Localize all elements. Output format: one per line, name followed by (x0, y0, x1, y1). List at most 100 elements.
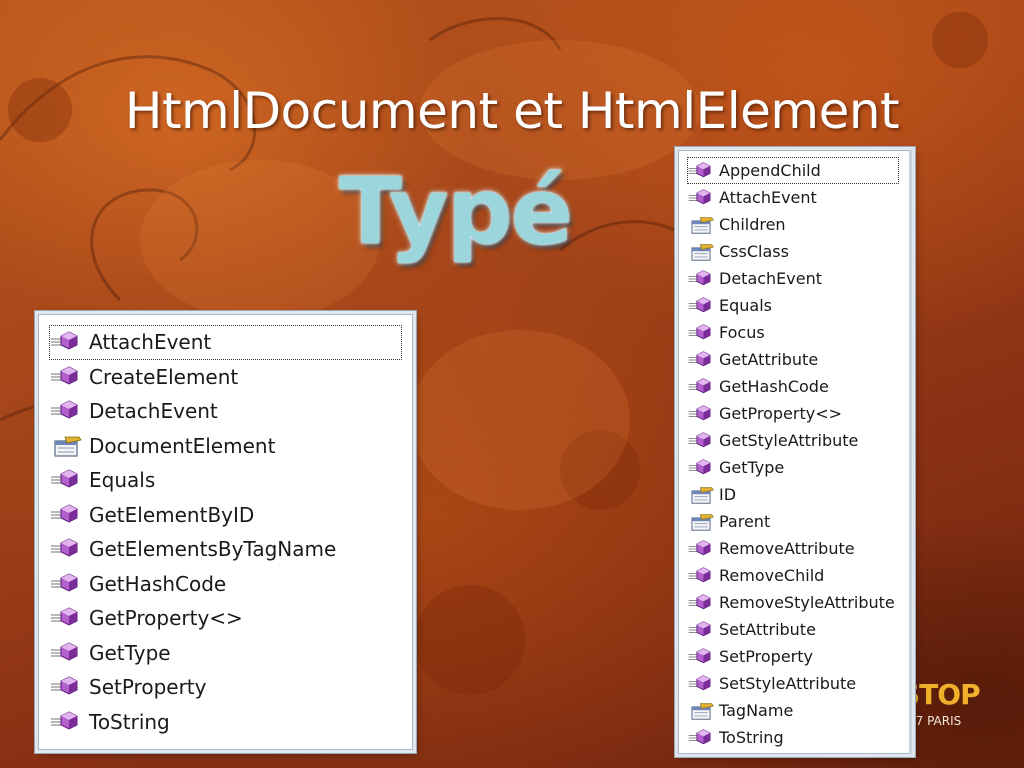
list-item-label: AttachEvent (719, 188, 817, 207)
method-icon (49, 468, 83, 492)
list-item[interactable]: AttachEvent (49, 325, 402, 360)
list-item[interactable]: RemoveAttribute (687, 535, 909, 562)
list-item-label: GetHashCode (89, 571, 227, 596)
brand-logo-subtext: 07 PARIS (908, 714, 962, 728)
property-icon (687, 485, 715, 505)
method-icon (687, 593, 715, 613)
list-item[interactable]: GetElementsByTagName (49, 532, 412, 567)
list-item[interactable]: Equals (49, 463, 412, 498)
list-item[interactable]: DocumentElement (49, 429, 412, 464)
list-item[interactable]: GetElementByID (49, 498, 412, 533)
list-item[interactable]: GetAttribute (687, 346, 909, 373)
list-item[interactable]: RemoveChild (687, 562, 909, 589)
method-icon (687, 377, 715, 397)
list-item-label: ID (719, 485, 737, 504)
list-item-label: Parent (719, 512, 771, 531)
list-item-label: GetType (89, 640, 171, 665)
method-icon (687, 161, 715, 181)
list-item-label: RemoveStyleAttribute (719, 593, 895, 612)
list-item-label: GetProperty<> (89, 606, 243, 631)
method-icon (687, 539, 715, 559)
method-icon (687, 647, 715, 667)
list-item[interactable]: Focus (687, 319, 909, 346)
method-icon (49, 365, 83, 389)
slide-subtitle: Typé (338, 158, 573, 265)
method-icon (687, 431, 715, 451)
list-item[interactable]: ToString (687, 724, 909, 751)
method-icon (49, 606, 83, 630)
method-icon (49, 572, 83, 596)
slide-background: HtmlDocument et HtmlElement Typé STOP 07… (0, 0, 1024, 768)
list-item-label: ToString (89, 709, 170, 734)
method-icon (687, 323, 715, 343)
member-list: AttachEvent CreateElement DetachEvent Docum… (49, 325, 412, 739)
list-item-label: SetAttribute (719, 620, 816, 639)
htmldocument-member-list[interactable]: AttachEvent CreateElement DetachEvent Docum… (38, 314, 413, 750)
method-icon (687, 728, 715, 748)
list-item[interactable]: DetachEvent (49, 394, 412, 429)
list-item-label: GetType (719, 458, 785, 477)
htmlelement-member-list[interactable]: AppendChild AttachEvent Children CssClass De… (678, 150, 912, 754)
method-icon (687, 620, 715, 640)
slide-title: HtmlDocument et HtmlElement (124, 82, 900, 140)
list-item[interactable]: Equals (687, 292, 909, 319)
list-item[interactable]: ID (687, 481, 909, 508)
list-item-label: SetStyleAttribute (719, 674, 857, 693)
method-icon (687, 404, 715, 424)
property-icon (687, 512, 715, 532)
list-item-label: CssClass (719, 242, 789, 261)
list-item[interactable]: GetProperty<> (687, 400, 909, 427)
list-item[interactable]: GetProperty<> (49, 601, 412, 636)
method-icon (687, 269, 715, 289)
list-item[interactable]: AttachEvent (687, 184, 909, 211)
property-icon (687, 242, 715, 262)
list-item-label: GetHashCode (719, 377, 829, 396)
list-item[interactable]: GetStyleAttribute (687, 427, 909, 454)
method-icon (687, 350, 715, 370)
list-item[interactable]: SetProperty (687, 643, 909, 670)
list-item-label: Equals (719, 296, 772, 315)
list-item-label: TagName (719, 701, 794, 720)
list-item[interactable]: SetProperty (49, 670, 412, 705)
list-item-label: RemoveAttribute (719, 539, 855, 558)
list-item[interactable]: Parent (687, 508, 909, 535)
list-item-label: GetElementByID (89, 502, 255, 527)
list-item[interactable]: TagName (687, 697, 909, 724)
list-item[interactable]: GetType (687, 454, 909, 481)
list-item-label: Focus (719, 323, 765, 342)
list-item[interactable]: GetHashCode (687, 373, 909, 400)
list-item[interactable]: SetAttribute (687, 616, 909, 643)
list-item[interactable]: RemoveStyleAttribute (687, 589, 909, 616)
list-item-label: GetElementsByTagName (89, 537, 337, 562)
list-item-label: SetProperty (719, 647, 813, 666)
list-item-label: Children (719, 215, 786, 234)
method-icon (49, 675, 83, 699)
property-icon (687, 701, 715, 721)
method-icon (687, 188, 715, 208)
list-item-label: DocumentElement (89, 433, 276, 458)
list-item[interactable]: AppendChild (687, 157, 899, 184)
list-item[interactable]: GetType (49, 636, 412, 671)
list-item[interactable]: Children (687, 211, 909, 238)
list-item[interactable]: GetHashCode (49, 567, 412, 602)
method-icon (49, 399, 83, 423)
list-item-label: GetProperty<> (719, 404, 843, 423)
property-icon (49, 434, 83, 458)
list-item[interactable]: ToString (49, 705, 412, 740)
method-icon (49, 537, 83, 561)
method-icon (687, 458, 715, 478)
list-item[interactable]: CssClass (687, 238, 909, 265)
list-item-label: AttachEvent (89, 330, 212, 355)
list-item-label: CreateElement (89, 364, 239, 389)
method-icon (687, 296, 715, 316)
method-icon (49, 641, 83, 665)
property-icon (687, 215, 715, 235)
method-icon (49, 503, 83, 527)
list-item-label: DetachEvent (89, 399, 218, 424)
list-item-label: DetachEvent (719, 269, 823, 288)
list-item[interactable]: SetStyleAttribute (687, 670, 909, 697)
list-item[interactable]: DetachEvent (687, 265, 909, 292)
list-item[interactable]: CreateElement (49, 360, 412, 395)
list-item-label: ToString (719, 728, 784, 747)
list-item-label: Equals (89, 468, 156, 493)
